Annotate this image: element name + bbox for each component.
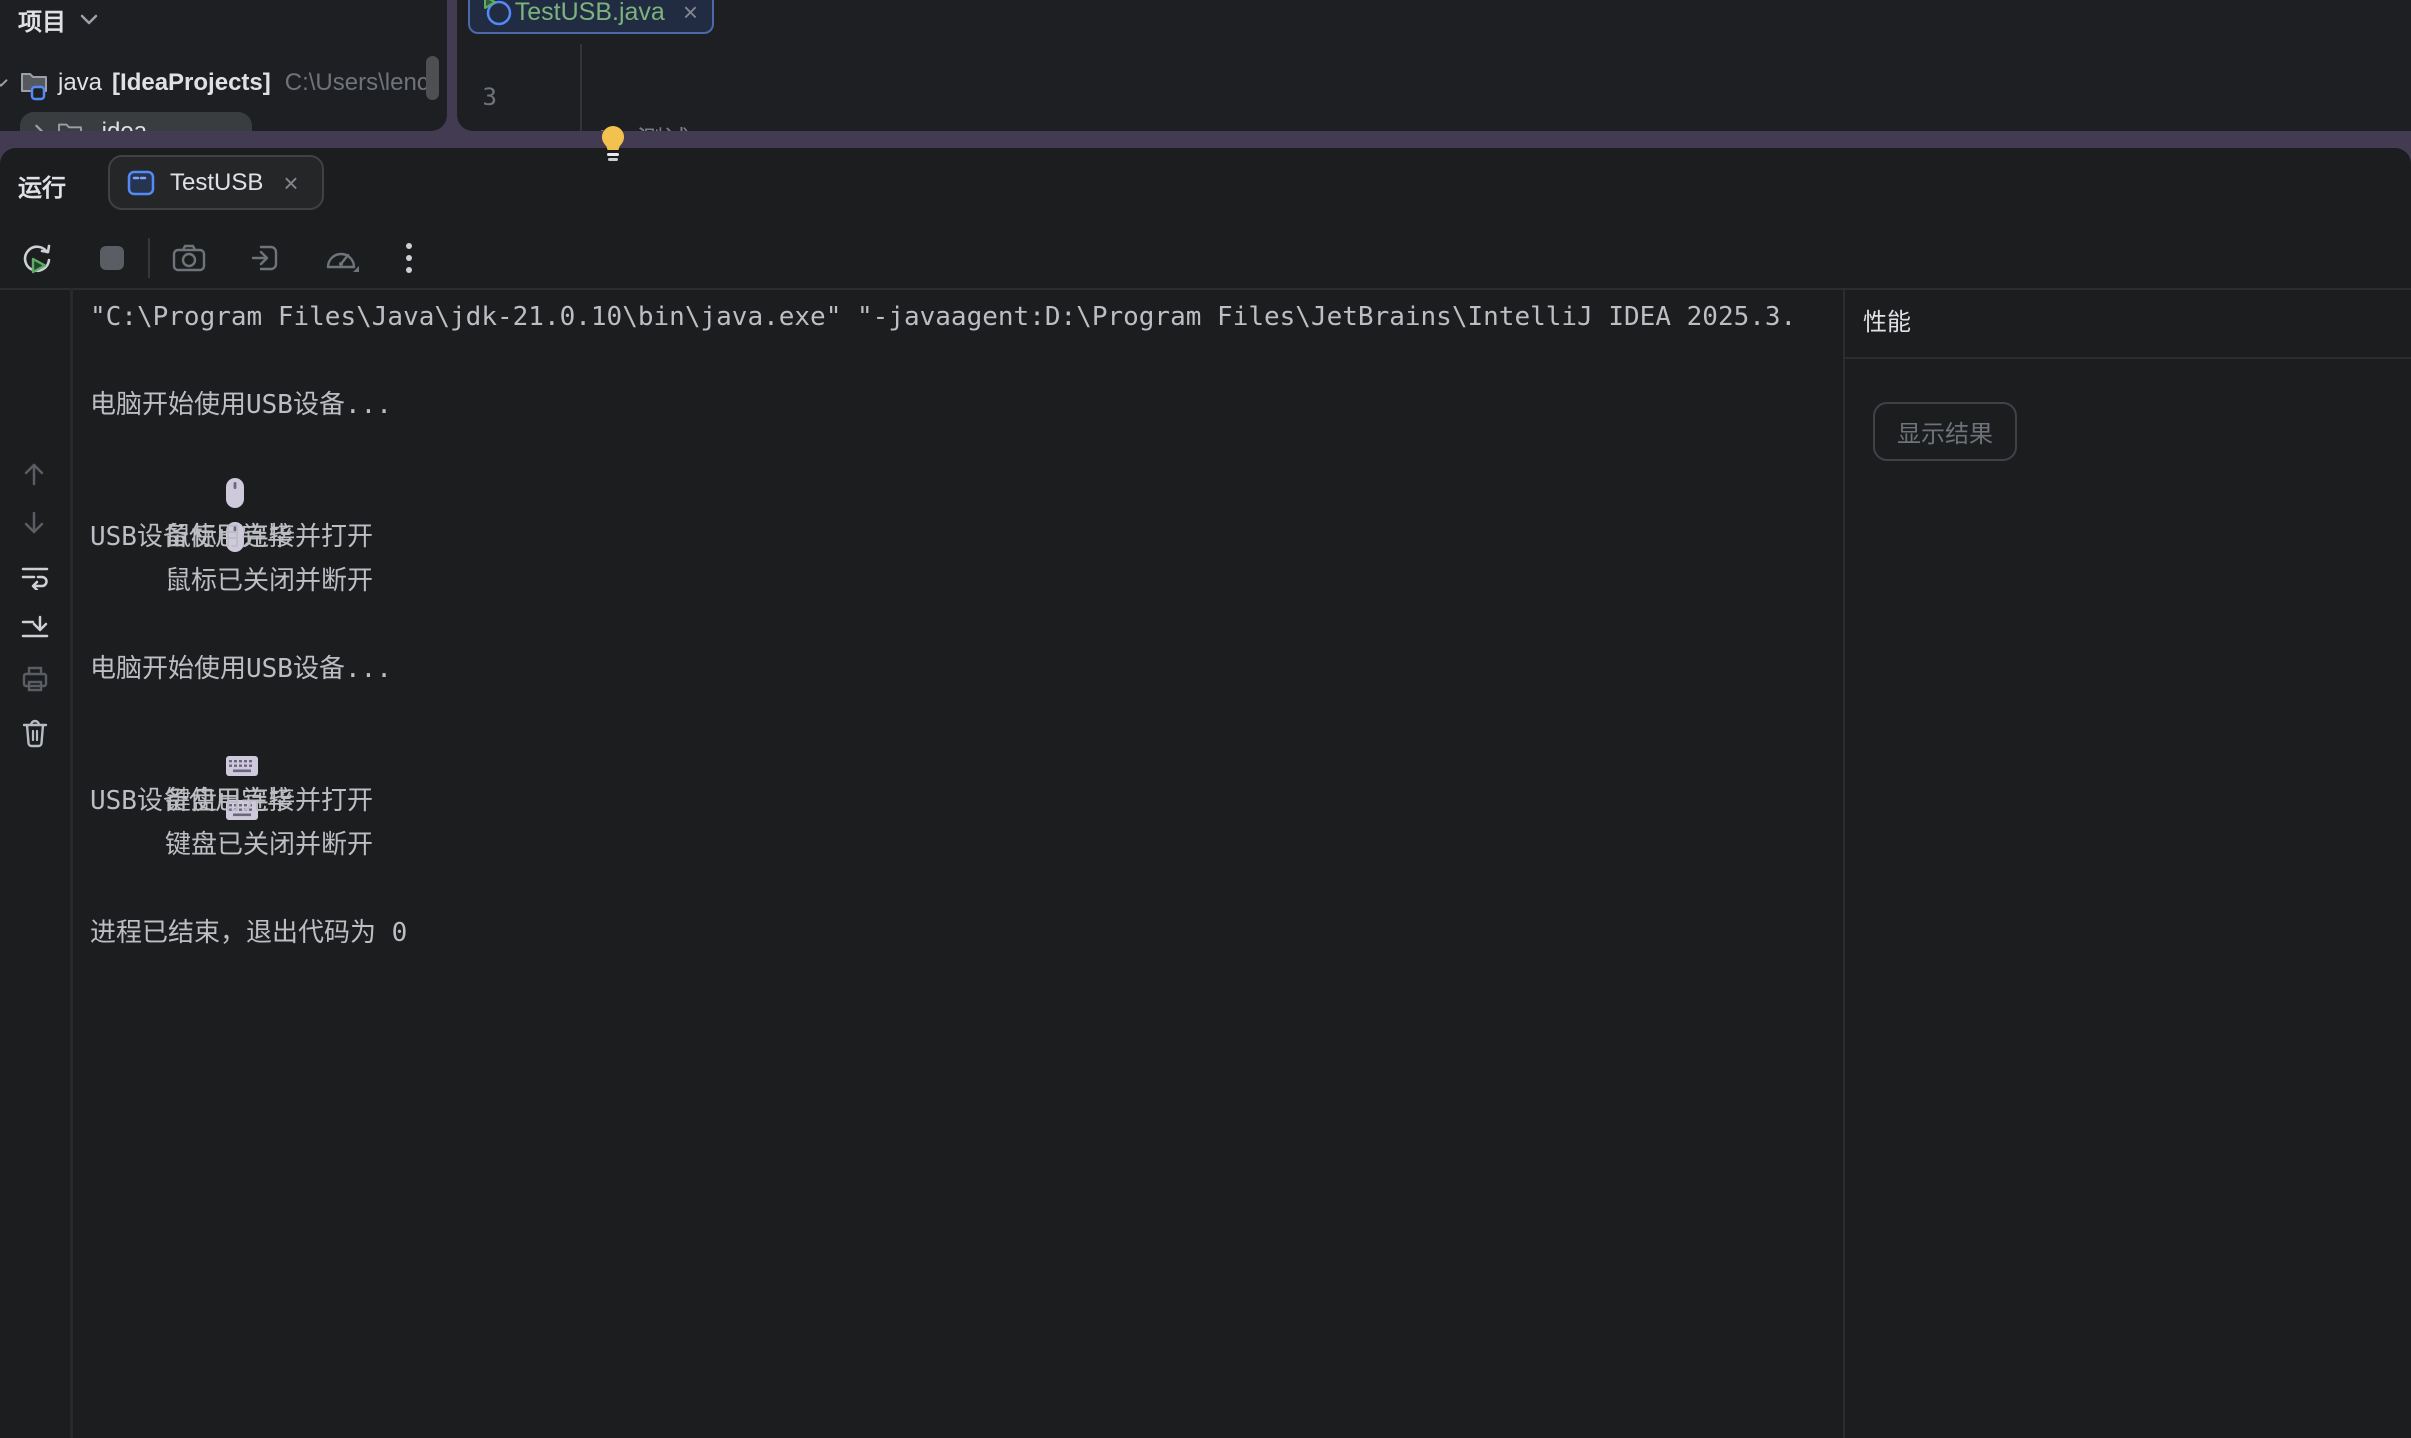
console-line: USB设备使用完毕 bbox=[70, 515, 1843, 559]
code-line-3[interactable]: 3 // 测试 bbox=[457, 44, 551, 75]
memory-snapshot-camera-button[interactable] bbox=[172, 244, 206, 272]
soft-wrap-icon[interactable] bbox=[20, 562, 50, 595]
java-class-run-icon bbox=[484, 0, 503, 26]
performance-panel: 性能 显示结果 bbox=[1843, 288, 2411, 1438]
show-results-button[interactable]: 显示结果 bbox=[1873, 402, 2017, 461]
console-line: 电脑开始使用USB设备... bbox=[70, 647, 1843, 691]
editor-area: TestUSB.java × 3 // 测试 4 public class Te… bbox=[457, 0, 2411, 131]
chevron-down-icon[interactable] bbox=[80, 14, 98, 25]
code-line-5[interactable]: 5 public static void main(String[] args)… bbox=[457, 119, 551, 131]
tree-item-scope: [IdeaProjects] bbox=[112, 69, 271, 97]
stop-button[interactable] bbox=[98, 244, 126, 272]
run-tool-window-title: 运行 bbox=[18, 168, 66, 203]
run-tab-testusb[interactable]: TestUSB × bbox=[108, 155, 324, 210]
tree-item-name: java bbox=[58, 69, 102, 97]
console-line: 进程已结束，退出代码为 0 bbox=[70, 911, 1843, 955]
editor-tab-label: TestUSB.java bbox=[515, 0, 665, 27]
editor-tab-testusb-java[interactable]: TestUSB.java × bbox=[468, 0, 714, 34]
clear-console-trash-icon[interactable] bbox=[20, 717, 50, 754]
cpu-profiler-gauge-button[interactable] bbox=[324, 243, 360, 273]
next-occurrence-arrow-down-icon[interactable] bbox=[20, 509, 48, 542]
chevron-collapsed-icon[interactable] bbox=[34, 124, 45, 131]
console-line: "C:\Program Files\Java\jdk-21.0.10\bin\j… bbox=[70, 295, 1843, 339]
console-line: 键盘已关闭并断开 bbox=[70, 735, 1843, 779]
tree-item-idea-folder[interactable]: .idea bbox=[20, 112, 252, 131]
tree-item-name: .idea bbox=[95, 120, 147, 131]
run-toolbar bbox=[20, 240, 414, 276]
console-gutter-toolbar bbox=[0, 288, 70, 1438]
console-output[interactable]: "C:\Program Files\Java\jdk-21.0.10\bin\j… bbox=[70, 288, 1843, 1438]
close-icon[interactable]: × bbox=[283, 170, 298, 196]
rerun-button[interactable] bbox=[20, 241, 54, 275]
more-options-kebab-button[interactable] bbox=[404, 241, 414, 275]
intention-bulb-icon[interactable] bbox=[598, 124, 628, 167]
code-editor-viewport[interactable]: 3 // 测试 4 public class TestUSB {新 * 5 pu… bbox=[457, 44, 2411, 131]
console-line: 电脑开始使用USB设备... bbox=[70, 383, 1843, 427]
run-method-gutter-icon[interactable] bbox=[512, 129, 661, 131]
code-line-4[interactable]: 4 public class TestUSB {新 * bbox=[457, 75, 551, 119]
close-icon[interactable]: × bbox=[683, 0, 698, 25]
folder-icon bbox=[57, 120, 83, 131]
console-line: 键盘已连接并打开 bbox=[70, 691, 1843, 735]
attach-profiler-button[interactable] bbox=[250, 243, 280, 273]
performance-panel-separator bbox=[1843, 357, 2411, 359]
run-tab-label: TestUSB bbox=[170, 169, 263, 197]
project-tool-window: 项目 java [IdeaProjects] C:\Users\lenc .id… bbox=[0, 0, 447, 131]
run-tool-window: 运行 TestUSB × bbox=[0, 148, 2411, 1438]
console-line: USB设备使用完毕 bbox=[70, 779, 1843, 823]
performance-panel-title: 性能 bbox=[1863, 302, 1911, 337]
console-line: 鼠标已连接并打开 bbox=[70, 427, 1843, 471]
toolbar-separator bbox=[148, 238, 150, 278]
console-line: 鼠标已关闭并断开 bbox=[70, 471, 1843, 515]
tree-item-project-root[interactable]: java [IdeaProjects] C:\Users\lenc bbox=[0, 66, 429, 100]
project-scrollbar-thumb[interactable] bbox=[426, 56, 439, 100]
project-folder-icon bbox=[20, 69, 50, 97]
console-icon bbox=[126, 168, 156, 198]
scroll-to-end-icon[interactable] bbox=[20, 614, 50, 647]
prev-occurrence-arrow-up-icon[interactable] bbox=[20, 460, 48, 493]
project-panel-header[interactable]: 项目 bbox=[18, 2, 98, 37]
print-icon[interactable] bbox=[20, 664, 50, 699]
chevron-expanded-icon[interactable] bbox=[0, 78, 8, 88]
project-panel-title: 项目 bbox=[18, 2, 66, 37]
tree-item-path: C:\Users\lenc bbox=[285, 69, 429, 97]
